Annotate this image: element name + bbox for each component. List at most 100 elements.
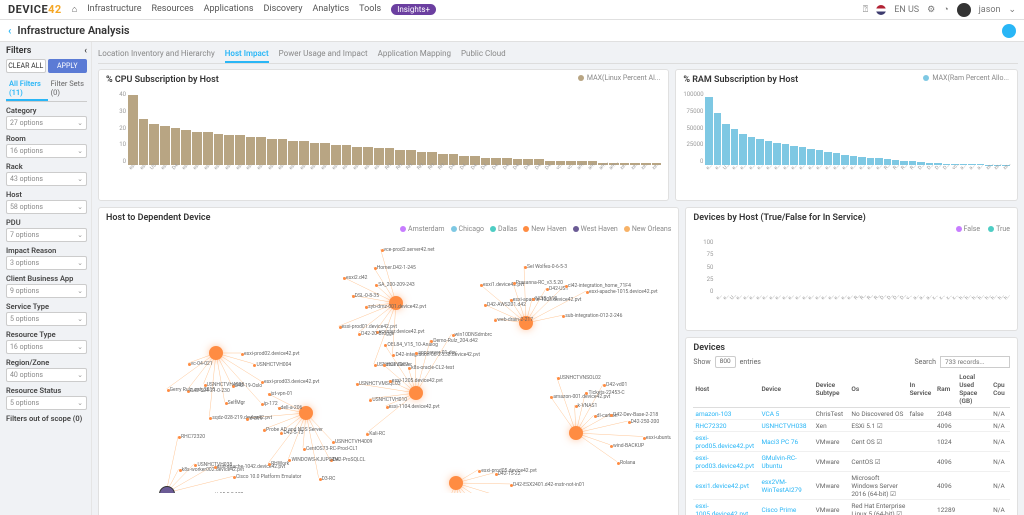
bar[interactable] [128,95,138,165]
tab-filter-sets[interactable]: Filter Sets (0) [48,77,87,101]
help-icon[interactable]: ⍰ [863,5,868,15]
table-row[interactable]: esxi-prod05.device42.pvtMaci3 PC 76VMwar… [693,432,1010,452]
network-node-label: USNHCTVH010 [372,397,407,403]
devhost-chart[interactable]: 1007550250esxi-prod02esxi-prod01USNHCTV-… [693,235,1010,325]
nav-home-icon[interactable]: ⌂ [72,4,77,15]
locale-label[interactable]: EN US [894,5,919,15]
network-node-label: OEL84_V15_10-Analog [387,342,438,348]
locale-flag-icon [876,5,886,15]
table-row[interactable]: esxi-1005.device42.pvtCisco PrimeVMwareR… [693,500,1010,515]
nav-applications[interactable]: Applications [204,4,254,15]
search-input[interactable] [940,356,1010,368]
network-legend: AmsterdamChicagoDallasNew HavenWest Have… [106,225,671,233]
logo[interactable]: DEVICE42 [8,3,62,16]
ram-chart[interactable]: 1000007500050000250000esxi-prod02esxi-pr… [683,87,1010,195]
col-header[interactable]: Os [849,371,907,408]
page-title: Infrastructure Analysis [17,24,129,37]
panel-network: Host to Dependent Device AmsterdamChicag… [98,207,679,515]
pagesize-select[interactable]: 800 [715,356,736,368]
bar[interactable] [139,119,149,165]
network-node-label: esxi-prod01.device42.pvt [342,324,398,330]
bar[interactable] [722,124,729,165]
tab-application-mapping[interactable]: Application Mapping [378,46,451,63]
network-node-label: Homer.D42-1-245 [377,265,416,271]
filter-select-resource-status[interactable]: 5 options [6,396,87,410]
col-header[interactable]: In Service [908,371,935,408]
topbar: DEVICE42 ⌂ Infrastructure Resources Appl… [0,0,1024,20]
nav-discovery[interactable]: Discovery [263,4,302,15]
filter-select-impact-reason[interactable]: 3 options [6,256,87,270]
clear-all-button[interactable]: CLEAR ALL [6,59,46,73]
bar[interactable] [149,124,159,165]
nav-tools[interactable]: Tools [359,4,381,15]
nav-infrastructure[interactable]: Infrastructure [87,4,141,15]
col-header[interactable]: Ram [935,371,957,408]
filter-select-rack[interactable]: 43 options [6,172,87,186]
bar[interactable] [160,126,170,165]
filter-select-client-business-app[interactable]: 9 options [6,284,87,298]
network-hub[interactable] [409,386,423,400]
filters-scope[interactable]: Filters out of scope (0) [6,414,87,423]
nav-analytics[interactable]: Analytics [312,4,349,15]
filter-label: Region/Zone [6,358,87,367]
nav-resources[interactable]: Resources [151,4,193,15]
topbar-right: ⍰ EN US ⚙ ◔ jason ⌄ [863,3,1016,17]
bar[interactable] [739,134,746,165]
network-node-label: DSL-0-8-35 [355,293,379,299]
notifications-icon[interactable]: ◔ [943,4,948,15]
filter-select-room[interactable]: 16 options [6,144,87,158]
filter-select-region-zone[interactable]: 40 options [6,368,87,382]
back-icon[interactable]: ‹ [8,24,11,37]
insights-pill[interactable]: Insights+ [391,4,436,15]
network-node-label: dell-a-206 [281,405,303,411]
network-hub[interactable] [569,426,583,440]
filter-label: Room [6,134,87,143]
bar[interactable] [714,113,721,165]
network-node-label: D3-RC [322,476,336,482]
filter-select-service-type[interactable]: 5 options [6,312,87,326]
show-label: Show [693,358,710,366]
filter-select-pdu[interactable]: 7 options [6,228,87,242]
network-node-label: syb-dmz-001.device42.pvt [368,304,426,310]
bar[interactable] [705,97,712,165]
tab-all-filters[interactable]: All Filters (11) [6,77,48,101]
col-header[interactable]: Cpu Cou [991,371,1010,408]
network-graph[interactable]: esxi-prod02.device42.pvtUSNHCTVH4009D42-… [106,233,671,493]
settings-icon[interactable]: ⚙ [927,5,935,15]
table-row[interactable]: esxi1.device42.pvtesx2VM-WinTestAI279VMw… [693,472,1010,500]
network-hub[interactable] [209,346,223,360]
table-row[interactable]: amazon-103VCA 5ChrisTestNo Discovered OS… [693,408,1010,420]
col-header[interactable]: Host [693,371,759,408]
network-node-label: esxi-apache-1015.device42.pvt [589,289,658,295]
avatar[interactable] [957,3,971,17]
panel-devices-by-host: Devices by Host (True/False for In Servi… [685,207,1018,331]
username[interactable]: jason [979,5,1001,15]
cpu-chart[interactable]: 403020100esxi-prod02esxi-prod01USNHCTV-0… [106,87,661,195]
tab-power-usage-and-impact[interactable]: Power Usage and Impact [279,46,368,63]
search-label: Search [914,358,936,366]
table-row[interactable]: esxi-prod03.device42.pvtGMulvin-RC-Ubunt… [693,452,1010,472]
col-header[interactable]: Device [759,371,813,408]
network-node-label: USNHCTVNSOL02 [560,375,601,381]
filter-select-resource-type[interactable]: 16 options [6,340,87,354]
network-node-label: vce-prod2.server42.net [384,247,435,253]
bar[interactable] [731,129,738,165]
col-header[interactable]: Device Subtype [814,371,850,408]
filter-select-category[interactable]: 27 options [6,116,87,130]
panel-devhost-title: Devices by Host (True/False for In Servi… [693,213,1010,223]
network-hub[interactable] [449,476,463,490]
tab-location-inventory-and-hierarchy[interactable]: Location Inventory and Hierarchy [98,46,215,63]
filter-select-host[interactable]: 58 options [6,200,87,214]
network-node-label: esxi-1205.device42.pvt [392,378,443,384]
network-node-label: k-VNAS1 [578,403,598,409]
user-menu-chevron-icon[interactable]: ⌄ [1008,5,1016,15]
apply-button[interactable]: APPLY [48,59,88,73]
collapse-icon[interactable]: ‹ [84,46,87,56]
network-node-label: USNHCTVH4009 [335,439,373,445]
tab-public-cloud[interactable]: Public Cloud [461,46,506,63]
tab-host-impact[interactable]: Host Impact [225,46,269,63]
col-header[interactable]: Local Used Space (GB) [957,371,991,408]
favorite-icon[interactable] [1002,24,1016,38]
table-row[interactable]: RHC72320USNHCTVH038XenESXi 5.1 ☑4096N/A [693,420,1010,432]
network-node-label: esxi2.d42 [346,275,368,281]
